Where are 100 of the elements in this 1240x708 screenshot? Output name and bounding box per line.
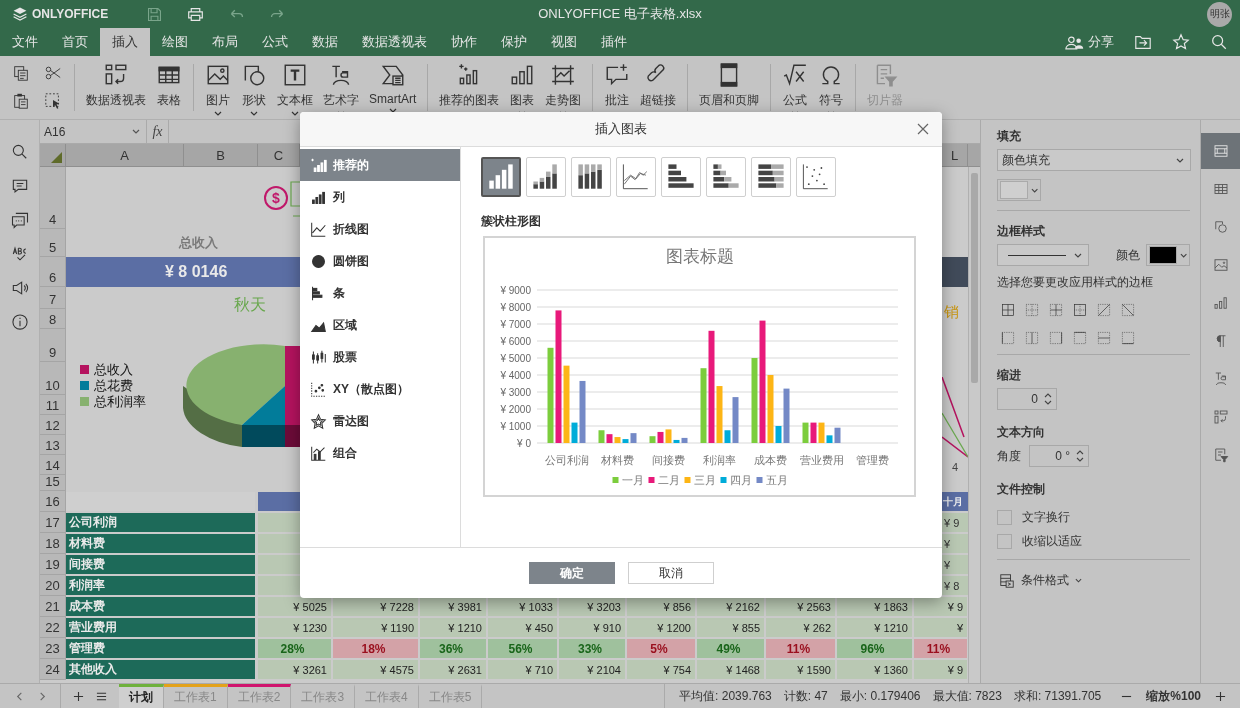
indent-spinner[interactable]: 0 [997,388,1057,410]
outer-borders-icon[interactable] [1073,303,1087,317]
menu-tab[interactable]: 插入 [100,28,150,56]
share-button[interactable]: 分享 [1065,33,1114,51]
table-button[interactable]: 表格 [151,60,187,109]
row-number[interactable]: 23 [40,638,66,659]
row-number[interactable]: 17 [40,512,66,533]
border-color-picker[interactable] [1146,244,1190,266]
checkbox[interactable] [997,534,1012,549]
inner-borders-icon[interactable] [1049,303,1063,317]
text-box-button[interactable]: 文本框 [272,60,318,116]
chart-type-item[interactable]: 折线图 [300,213,460,245]
angle-spinner[interactable]: 0 ° [1029,445,1089,467]
sparkline-button[interactable]: 走势图 [540,60,587,116]
all-borders-icon[interactable] [1001,303,1015,317]
text-art-button[interactable]: 艺术字 [318,60,364,116]
menu-tab[interactable]: 协作 [439,28,489,56]
ok-button[interactable]: 确定 [528,562,615,584]
row-number[interactable]: 11 [40,395,66,415]
menu-tab[interactable]: 布局 [200,28,250,56]
row-number[interactable]: 16 [40,491,66,512]
chart-type-item[interactable]: 列 [300,181,460,213]
pivot-table-button[interactable]: 数据透视表 [81,60,151,109]
header-footer-button[interactable]: 页眉和页脚 [694,60,765,109]
function-button[interactable]: fx [147,120,169,143]
row-number[interactable]: 15 [40,475,66,491]
row-number[interactable]: 5 [40,229,66,257]
diagonal-down-icon[interactable] [1121,303,1135,317]
chart-type-item[interactable]: XY（散点图） [300,373,460,405]
menu-tab[interactable]: 首页 [50,28,100,56]
copy-icon[interactable] [12,63,30,82]
next-sheet-icon[interactable] [37,690,48,702]
close-icon[interactable] [917,123,929,135]
line-style-select[interactable] [997,244,1089,266]
chart-type-item[interactable]: 条 [300,277,460,309]
row-number[interactable]: 13 [40,435,66,455]
menu-tab[interactable]: 插件 [589,28,639,56]
equation-button[interactable]: 公式 [777,60,814,116]
row-number[interactable]: 9 [40,329,66,362]
row-number[interactable]: 14 [40,455,66,475]
chart-button[interactable]: 图表 [504,60,541,116]
row-number[interactable]: 10 [40,362,66,395]
diagonal-up-icon[interactable] [1097,303,1111,317]
chart-type-item[interactable]: 推荐的 [300,149,460,181]
side-tab[interactable] [1201,133,1240,169]
search-icon[interactable] [1210,33,1228,51]
menu-tab[interactable]: 保护 [489,28,539,56]
chart-type-item[interactable]: 区域 [300,309,460,341]
menu-tab[interactable]: 文件 [0,28,50,56]
left-border-icon[interactable] [1001,331,1015,345]
info-icon[interactable] [9,312,30,332]
zoom-in-icon[interactable] [1215,690,1226,702]
image-button[interactable]: 图片 [200,60,236,116]
vertical-scrollbar[interactable] [968,167,980,683]
row-number[interactable]: 12 [40,415,66,435]
row-number[interactable]: 18 [40,533,66,554]
menu-tab[interactable]: 公式 [250,28,300,56]
checkbox[interactable] [997,510,1012,525]
add-sheet-icon[interactable] [73,690,84,702]
row-number[interactable]: 8 [40,309,66,329]
row-number[interactable]: 20 [40,575,66,596]
sheet-list-icon[interactable] [96,690,107,702]
menu-tab[interactable]: 数据透视表 [350,28,439,56]
zoom-level[interactable]: 缩放%100 [1146,687,1201,705]
chart-type-item[interactable]: 圆饼图 [300,245,460,277]
row-number[interactable]: 24 [40,659,66,680]
menu-tab[interactable]: 视图 [539,28,589,56]
chart-type-item[interactable]: 雷达图 [300,405,460,437]
fill-type-select[interactable]: 颜色填充 [997,149,1191,171]
row-number[interactable]: 21 [40,596,66,617]
row-number[interactable]: 22 [40,617,66,638]
hyperlink-button[interactable]: 超链接 [635,60,682,109]
cancel-button[interactable]: 取消 [627,562,714,584]
sheet-tab[interactable]: 计划 [119,684,164,708]
save-icon[interactable] [146,5,164,23]
menu-tab[interactable]: 数据 [300,28,350,56]
chart-type-item[interactable]: 股票 [300,341,460,373]
paste-icon[interactable] [12,91,30,110]
print-icon[interactable] [187,5,205,23]
star-icon[interactable] [1172,33,1190,51]
row-number[interactable]: 19 [40,554,66,575]
menu-tab[interactable]: 绘图 [150,28,200,56]
right-border-icon[interactable] [1049,331,1063,345]
chart-style-thumbnail[interactable] [481,157,521,197]
cell-name-box[interactable]: A16 [40,120,147,143]
row-number[interactable]: 6 [40,257,66,287]
bottom-border-icon[interactable] [1121,331,1135,345]
chat-icon[interactable] [9,210,30,230]
fill-color-picker[interactable] [997,179,1041,201]
select-all-icon[interactable] [44,91,62,110]
previous-sheet-icon[interactable] [14,690,25,702]
row-number[interactable]: 7 [40,287,66,309]
row-number[interactable]: 4 [40,167,66,229]
chart-type-item[interactable]: 组合 [300,437,460,469]
user-avatar[interactable]: 明张 [1207,1,1232,27]
recommended-chart-button[interactable]: 推荐的图表 [434,60,505,109]
comment-button[interactable]: 批注 [599,60,636,109]
top-border-icon[interactable] [1073,331,1087,345]
folder-arrow-icon[interactable] [1134,33,1152,51]
conditional-format-button[interactable]: 条件格式 [999,572,1190,589]
